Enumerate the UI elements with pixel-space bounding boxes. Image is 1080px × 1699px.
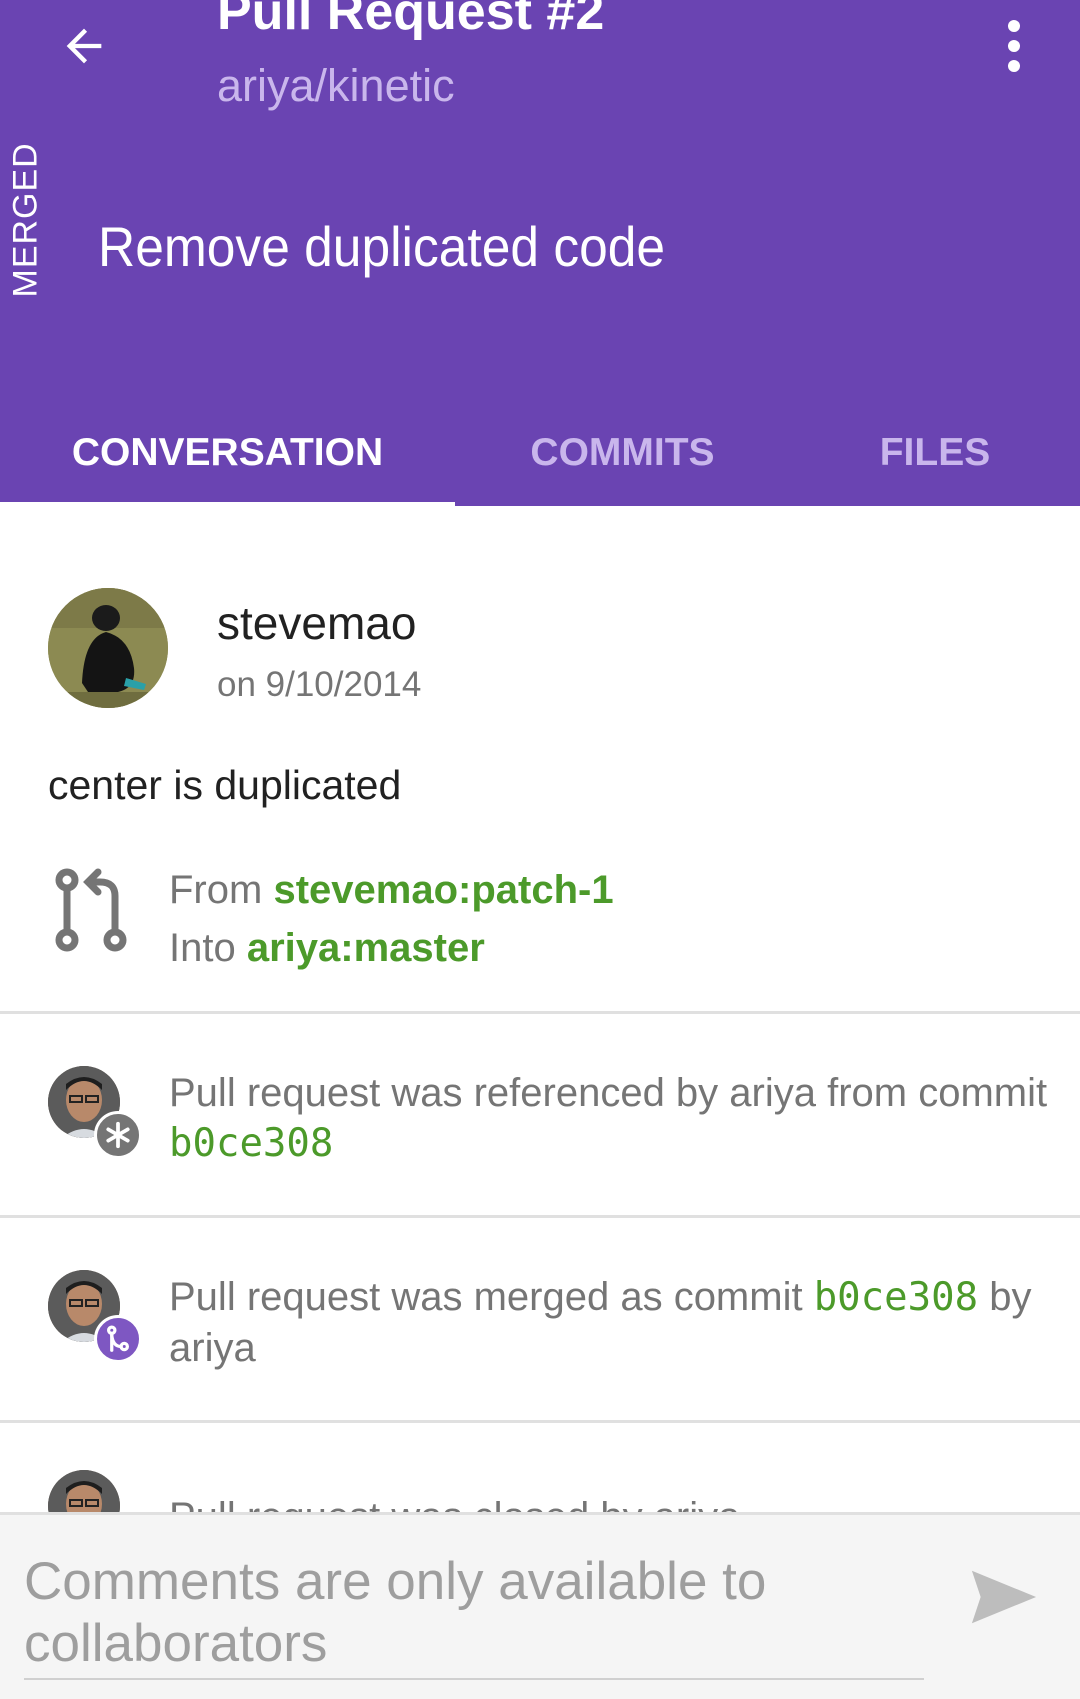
more-vert-icon	[1008, 20, 1020, 32]
event-description: Pull request was merged as commit	[169, 1275, 803, 1319]
event-badge	[94, 1315, 142, 1363]
comment-composer: Comments are only available to collabora…	[0, 1512, 1080, 1699]
from-label: From	[169, 868, 263, 912]
user-photo-icon	[48, 588, 168, 708]
pr-description: center is duplicated	[48, 762, 402, 808]
back-button[interactable]	[52, 14, 116, 78]
event-text: Pull request was merged as commit b0ce30…	[169, 1272, 1049, 1373]
author-name[interactable]: stevemao	[217, 596, 416, 650]
target-branch[interactable]: ariya:master	[247, 926, 485, 970]
send-button[interactable]	[966, 1559, 1042, 1635]
commit-sha-link[interactable]: b0ce308	[169, 1121, 333, 1166]
divider	[0, 1011, 1080, 1014]
pr-title: Remove duplicated code	[98, 215, 666, 278]
event-description: Pull request was referenced by ariya fro…	[169, 1071, 1048, 1115]
page-title: Pull Request #2	[217, 0, 605, 41]
pr-state-badge: MERGED	[6, 142, 45, 298]
input-underline	[24, 1678, 924, 1680]
tab-conversation[interactable]: CONVERSATION	[0, 400, 455, 506]
more-options-button[interactable]	[990, 14, 1038, 78]
event-text: Pull request was referenced by ariya fro…	[169, 1068, 1049, 1169]
app-bar: Pull Request #2 ariya/kinetic MERGED Rem…	[0, 0, 1080, 508]
post-date: on 9/10/2014	[217, 665, 422, 704]
repository-name[interactable]: ariya/kinetic	[217, 60, 455, 112]
tab-commits[interactable]: COMMITS	[455, 400, 790, 506]
into-label: Into	[169, 926, 236, 970]
send-icon	[971, 1570, 1037, 1624]
source-branch[interactable]: stevemao:patch-1	[273, 868, 613, 912]
event-badge	[94, 1111, 142, 1159]
comment-input[interactable]: Comments are only available to collabora…	[24, 1551, 924, 1675]
pull-request-icon	[55, 868, 127, 952]
commit-sha-link[interactable]: b0ce308	[814, 1275, 978, 1320]
avatar[interactable]	[48, 588, 168, 708]
arrow-back-icon	[66, 28, 102, 64]
source-branch-line: From stevemao:patch-1	[169, 868, 614, 913]
merge-icon	[107, 1325, 129, 1352]
divider	[0, 1420, 1080, 1423]
asterisk-icon	[106, 1121, 130, 1149]
target-branch-line: Into ariya:master	[169, 926, 485, 971]
divider	[0, 1215, 1080, 1218]
tab-bar: CONVERSATION COMMITS FILES	[0, 400, 1080, 506]
active-tab-indicator	[0, 502, 455, 508]
tab-files[interactable]: FILES	[790, 400, 1080, 506]
